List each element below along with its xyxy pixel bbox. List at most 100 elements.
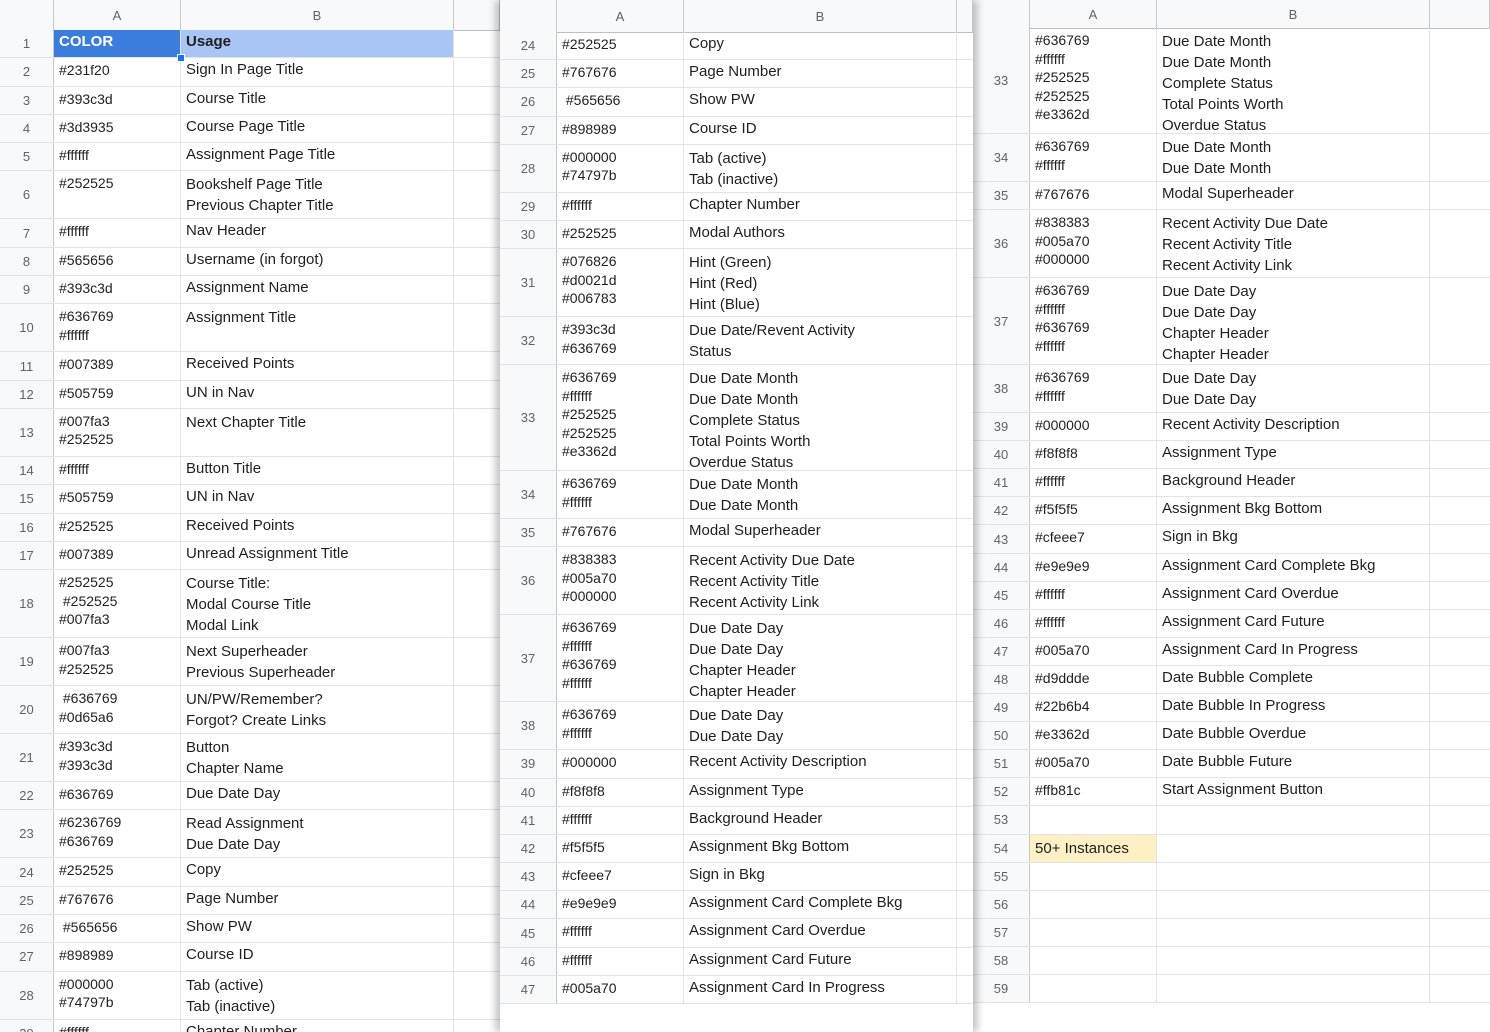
cell-empty[interactable] (1430, 441, 1490, 468)
cell-empty[interactable] (957, 807, 973, 834)
cell-usage[interactable]: Assignment Card Overdue (1157, 581, 1430, 609)
cell-empty[interactable] (1430, 722, 1490, 749)
cell-empty[interactable] (957, 193, 973, 220)
row-number[interactable]: 48 (973, 665, 1030, 694)
fill-handle[interactable] (177, 54, 185, 63)
cell-empty[interactable] (1430, 610, 1490, 637)
cell-color[interactable]: #ffffff (54, 143, 181, 171)
cell-usage[interactable]: Button Title (181, 456, 454, 485)
cell-color[interactable]: #252525 #252525 #007fa3 (54, 570, 181, 638)
row-number[interactable]: 56 (973, 890, 1030, 918)
row-number[interactable]: 15 (0, 485, 54, 513)
cell-usage[interactable]: Due Date Day Due Date Day Chapter Header… (684, 615, 957, 702)
cell-usage[interactable]: Assignment Bkg Bottom (1157, 497, 1430, 525)
cell-usage[interactable]: Usage (181, 30, 454, 58)
row-number[interactable]: 26 (500, 88, 557, 116)
cell-empty[interactable] (454, 381, 500, 408)
cell-usage[interactable]: Due Date Month Due Date Month (684, 471, 957, 519)
cell-color[interactable]: #ffffff (557, 192, 684, 220)
cell-empty[interactable] (1430, 947, 1490, 974)
cell-usage[interactable]: Tab (active) Tab (inactive) (684, 144, 957, 192)
cell-empty[interactable] (454, 143, 500, 170)
cell-usage[interactable]: Assignment Bkg Bottom (684, 834, 957, 863)
cell-usage[interactable]: Due Date/Revent Activity Status (684, 317, 957, 365)
cell-usage[interactable]: Due Date Month Due Date Month (1157, 134, 1430, 181)
row-number[interactable]: 52 (973, 778, 1030, 806)
cell-color[interactable]: #076826 #d0021d #006783 (557, 249, 684, 317)
cell-empty[interactable] (957, 891, 973, 918)
cell-empty[interactable] (1430, 497, 1490, 524)
cell-color[interactable]: #505759 (54, 380, 181, 408)
row-number[interactable]: 12 (0, 380, 54, 408)
cell-empty[interactable] (454, 485, 500, 512)
row-number[interactable]: 42 (500, 834, 557, 863)
row-number[interactable]: 55 (973, 862, 1030, 890)
cell-usage[interactable]: Sign in Bkg (684, 863, 957, 891)
cell-color[interactable]: #252525 (557, 220, 684, 249)
column-header-c[interactable] (957, 0, 973, 32)
cell-usage[interactable]: Due Date Month Due Date Month Complete S… (684, 365, 957, 471)
cell-usage[interactable]: Bookshelf Page Title Previous Chapter Ti… (181, 171, 454, 219)
cell-empty[interactable] (1430, 469, 1490, 496)
cell-usage[interactable]: Assignment Card In Progress (684, 975, 957, 1003)
row-number[interactable]: 39 (973, 413, 1030, 441)
cell-usage[interactable]: UN/PW/Remember? Forgot? Create Links (181, 686, 454, 734)
cell-usage[interactable]: Date Bubble In Progress (1157, 694, 1430, 722)
cell-color[interactable]: #636769 #0d65a6 (54, 686, 181, 734)
row-number[interactable]: 43 (973, 525, 1030, 553)
cell-empty[interactable] (454, 972, 500, 1019)
cell-usage[interactable]: Assignment Card Overdue (684, 919, 957, 947)
cell-color[interactable]: #636769 #ffffff #636769 #ffffff (1030, 278, 1157, 365)
cell-usage[interactable]: Modal Superheader (684, 519, 957, 547)
cell-usage[interactable]: Unread Assignment Title (181, 541, 454, 570)
row-number[interactable]: 25 (500, 60, 557, 88)
cell-color[interactable]: #393c3d #393c3d (54, 734, 181, 782)
cell-color[interactable]: #636769 (54, 782, 181, 810)
cell-empty[interactable] (1430, 638, 1490, 665)
cell-color[interactable]: #393c3d #636769 (557, 317, 684, 365)
column-header-b[interactable]: B (181, 0, 454, 30)
row-number[interactable]: 58 (973, 946, 1030, 974)
cell-usage[interactable]: Received Points (181, 513, 454, 541)
cell-usage[interactable] (1157, 918, 1430, 946)
cell-color[interactable]: #ffffff (557, 919, 684, 947)
cell-color[interactable] (1030, 918, 1157, 946)
cell-empty[interactable] (1430, 582, 1490, 609)
row-number[interactable]: 32 (500, 317, 557, 365)
cell-color[interactable]: #636769 #ffffff (1030, 365, 1157, 413)
row-number[interactable]: 23 (0, 810, 54, 858)
cell-color[interactable]: #565656 (557, 88, 684, 116)
cell-usage[interactable]: Copy (684, 32, 957, 60)
cell-color[interactable]: #e9e9e9 (1030, 553, 1157, 581)
cell-color[interactable]: #005a70 (1030, 750, 1157, 778)
cell-usage[interactable]: Assignment Card Future (684, 947, 957, 975)
cell-color[interactable]: #ffffff (1030, 609, 1157, 637)
cell-usage[interactable]: UN in Nav (181, 380, 454, 408)
row-number[interactable]: 22 (0, 782, 54, 810)
cell-color[interactable]: #f8f8f8 (1030, 441, 1157, 469)
row-number[interactable]: 33 (500, 365, 557, 471)
cell-color[interactable]: #e3362d (1030, 722, 1157, 750)
cell-usage[interactable]: Recent Activity Description (1157, 413, 1430, 441)
cell-usage[interactable]: Assignment Card Future (1157, 609, 1430, 637)
cell-empty[interactable] (957, 976, 973, 1003)
row-number[interactable]: 13 (0, 408, 54, 456)
row-number[interactable]: 37 (973, 278, 1030, 365)
row-number[interactable]: 28 (0, 971, 54, 1019)
cell-empty[interactable] (957, 60, 973, 87)
row-number[interactable]: 10 (0, 304, 54, 352)
row-number[interactable]: 34 (973, 134, 1030, 181)
cell-usage[interactable]: Date Bubble Future (1157, 750, 1430, 778)
row-number[interactable]: 36 (973, 210, 1030, 278)
cell-color[interactable]: #838383 #005a70 #000000 (557, 547, 684, 615)
cell-usage[interactable]: Course Page Title (181, 114, 454, 143)
cell-color[interactable]: #252525 (557, 32, 684, 60)
cell-color[interactable]: #e9e9e9 (557, 891, 684, 919)
cell-color[interactable]: #393c3d (54, 276, 181, 304)
cell-usage[interactable]: Page Number (181, 886, 454, 915)
cell-color[interactable]: #ffffff (54, 219, 181, 247)
cell-color[interactable]: #3d3935 (54, 114, 181, 143)
cell-usage[interactable] (1157, 946, 1430, 974)
cell-color[interactable]: #ffffff (54, 456, 181, 485)
cell-usage[interactable]: Date Bubble Complete (1157, 665, 1430, 694)
